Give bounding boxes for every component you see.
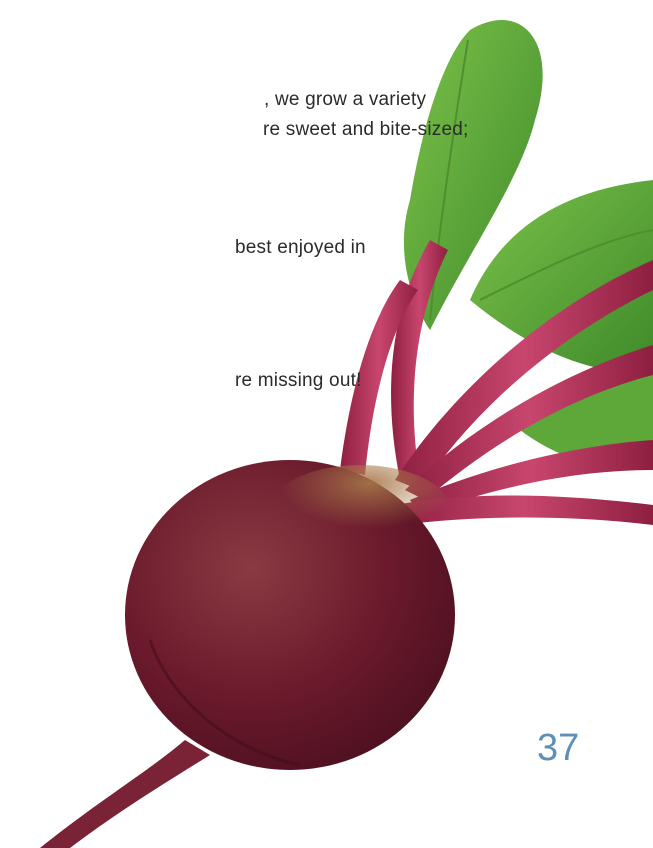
root-tail [40, 740, 210, 848]
document-page: , we grow a variety re sweet and bite-si… [0, 0, 653, 848]
paragraph-line: best enjoyed in [235, 237, 366, 258]
paragraph-line: re sweet and bite-sized; [263, 119, 469, 140]
paragraph-line: re missing out! [235, 370, 362, 391]
page-number: 37 [537, 727, 580, 769]
paragraph-line: , we grow a variety [264, 89, 427, 110]
